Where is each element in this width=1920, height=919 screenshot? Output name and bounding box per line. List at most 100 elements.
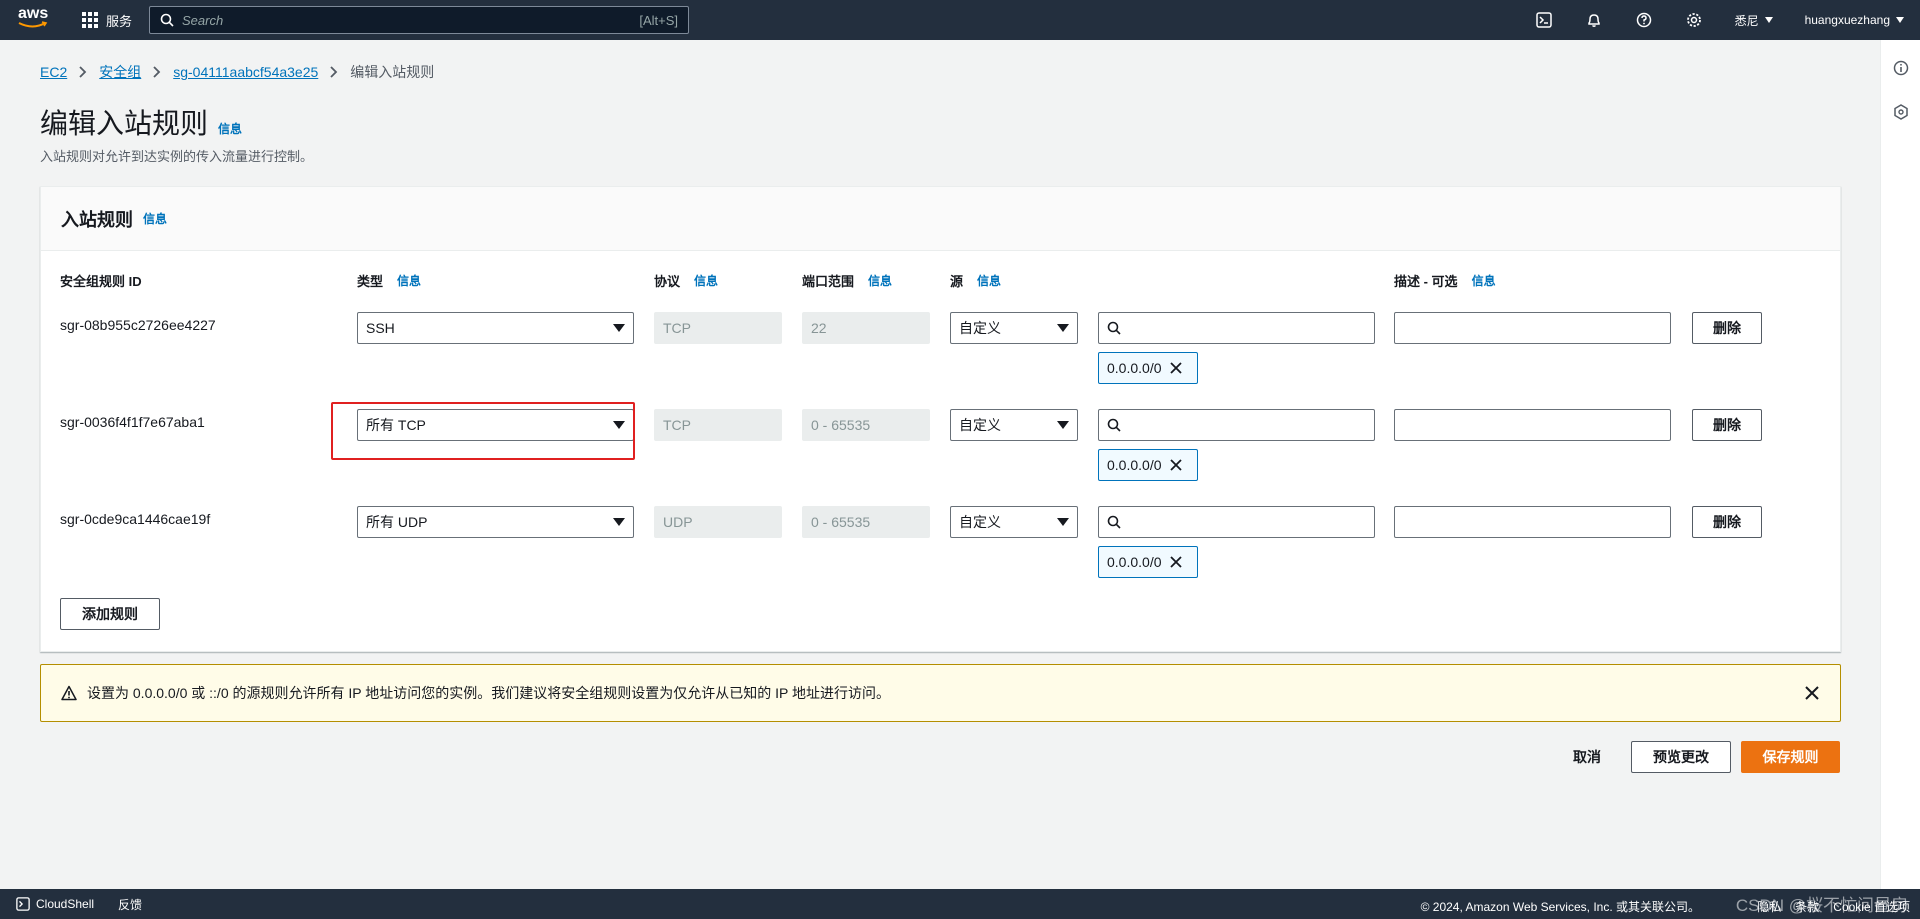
delete-button[interactable]: 删除 xyxy=(1692,506,1762,538)
description-input[interactable] xyxy=(1394,312,1671,344)
save-rules-button[interactable]: 保存规则 xyxy=(1741,741,1840,773)
col-header-type: 类型 信息 xyxy=(357,271,421,290)
help-button[interactable] xyxy=(1619,0,1669,40)
description-input[interactable] xyxy=(1394,506,1671,538)
caret-down-icon xyxy=(1057,518,1069,526)
breadcrumb-security-groups[interactable]: 安全组 xyxy=(99,62,141,82)
col-label: 源 xyxy=(950,274,964,289)
chevron-down-icon xyxy=(1764,17,1773,23)
cloudshell-link[interactable]: CloudShell xyxy=(16,897,94,911)
protocol-field: UDP xyxy=(654,506,782,538)
col-header-port-range: 端口范围 信息 xyxy=(802,271,892,290)
source-select[interactable]: 自定义 xyxy=(950,312,1078,344)
col-header-description: 描述 - 可选 信息 xyxy=(1394,271,1496,290)
user-label: huangxuezhang xyxy=(1804,13,1890,27)
region-selector[interactable]: 悉尼 xyxy=(1719,0,1789,40)
search-input[interactable]: Search [Alt+S] xyxy=(149,6,689,34)
breadcrumb-security-group-id[interactable]: sg-04111aabcf54a3e25 xyxy=(173,64,318,80)
caret-down-icon xyxy=(1057,324,1069,332)
services-menu[interactable]: 服务 xyxy=(82,0,132,40)
rule-id: sgr-0036f4f1f7e67aba1 xyxy=(60,414,205,430)
warning-text: 设置为 0.0.0.0/0 或 ::/0 的源规则允许所有 IP 地址访问您的实… xyxy=(87,685,891,701)
info-link[interactable]: 信息 xyxy=(694,272,718,289)
search-icon xyxy=(1107,515,1121,529)
source-select[interactable]: 自定义 xyxy=(950,409,1078,441)
col-header-source: 源 信息 xyxy=(950,271,1001,290)
cidr-token: 0.0.0.0/0 xyxy=(1098,546,1198,578)
protocol-field: TCP xyxy=(654,409,782,441)
cancel-button[interactable]: 取消 xyxy=(1553,741,1621,773)
cloudshell-nav-button[interactable] xyxy=(1519,0,1569,40)
cidr-search-input[interactable] xyxy=(1098,312,1375,344)
notifications-button[interactable] xyxy=(1569,0,1619,40)
info-icon xyxy=(1893,60,1909,76)
breadcrumb-ec2[interactable]: EC2 xyxy=(40,64,67,80)
terminal-icon xyxy=(16,897,30,911)
source-select[interactable]: 自定义 xyxy=(950,506,1078,538)
close-icon[interactable] xyxy=(1169,556,1182,568)
panel-info-link[interactable]: 信息 xyxy=(143,210,167,227)
rule-id: sgr-0cde9ca1446cae19f xyxy=(60,511,211,527)
port-range-field: 0 - 65535 xyxy=(802,409,930,441)
cidr-token: 0.0.0.0/0 xyxy=(1098,449,1198,481)
page-description: 入站规则对允许到达实例的传入流量进行控制。 xyxy=(40,149,314,164)
caret-down-icon xyxy=(1057,421,1069,429)
copyright-text: © 2024, Amazon Web Services, Inc. 或其关联公司… xyxy=(1420,900,1700,914)
watermark: CSDN @桜不忙问昼房 xyxy=(1735,896,1908,915)
info-link[interactable]: 信息 xyxy=(1472,272,1496,289)
chevron-right-icon xyxy=(330,66,338,78)
page-header: 编辑入站规则 信息 xyxy=(40,102,242,142)
cloudshell-label: CloudShell xyxy=(36,897,95,911)
page-info-link[interactable]: 信息 xyxy=(218,120,242,137)
close-icon[interactable] xyxy=(1169,459,1182,471)
description-input[interactable] xyxy=(1394,409,1671,441)
feedback-link[interactable]: 反馈 xyxy=(118,896,142,913)
caret-down-icon xyxy=(613,518,625,526)
settings-button[interactable] xyxy=(1669,0,1719,40)
panel-header: 入站规则 信息 xyxy=(41,187,1840,251)
highlight-annotation xyxy=(331,402,635,460)
search-icon xyxy=(1107,418,1121,432)
aws-logo[interactable]: aws xyxy=(18,6,54,34)
search-shortcut: [Alt+S] xyxy=(639,12,678,28)
delete-button[interactable]: 删除 xyxy=(1692,312,1762,344)
info-link[interactable]: 信息 xyxy=(868,272,892,289)
port-range-field: 0 - 65535 xyxy=(802,506,930,538)
type-select[interactable]: 所有 UDP xyxy=(357,506,634,538)
form-actions: 取消 预览更改 保存规则 xyxy=(1553,741,1840,773)
account-menu[interactable]: huangxuezhang xyxy=(1789,0,1920,40)
cidr-value: 0.0.0.0/0 xyxy=(1107,457,1162,473)
right-tools-rail xyxy=(1880,40,1920,889)
search-icon xyxy=(1107,321,1121,335)
close-icon[interactable] xyxy=(1169,362,1182,374)
chevron-right-icon xyxy=(79,66,87,78)
col-label: 描述 - 可选 xyxy=(1394,274,1458,289)
info-link[interactable]: 信息 xyxy=(977,272,1001,289)
nav-right: 悉尼 huangxuezhang xyxy=(1519,0,1920,40)
page-title: 编辑入站规则 xyxy=(40,108,209,139)
bottom-bar: CloudShell 反馈 © 2024, Amazon Web Service… xyxy=(0,889,1920,919)
info-link[interactable]: 信息 xyxy=(397,272,421,289)
help-icon xyxy=(1636,12,1651,28)
cidr-search-input[interactable] xyxy=(1098,409,1375,441)
col-label: 协议 xyxy=(654,274,681,289)
rule-id: sgr-08b955c2726ee4227 xyxy=(60,317,216,333)
type-select[interactable]: SSH xyxy=(357,312,634,344)
cidr-search-input[interactable] xyxy=(1098,506,1375,538)
close-icon[interactable] xyxy=(1804,685,1820,701)
top-navigation: aws 服务 Search [Alt+S] 悉尼 huangxuezhang xyxy=(0,0,1920,40)
source-value: 自定义 xyxy=(959,320,1001,336)
aws-logo-text: aws xyxy=(18,5,49,22)
resources-panel-button[interactable] xyxy=(1881,96,1920,128)
info-panel-button[interactable] xyxy=(1881,52,1920,84)
col-label: 端口范围 xyxy=(802,274,855,289)
preview-changes-button[interactable]: 预览更改 xyxy=(1631,741,1731,773)
breadcrumb-current: 编辑入站规则 xyxy=(350,64,435,80)
add-rule-button[interactable]: 添加规则 xyxy=(60,598,160,630)
type-value: 所有 UDP xyxy=(366,514,428,530)
search-placeholder: Search xyxy=(182,12,224,28)
warning-icon xyxy=(61,685,77,701)
region-label: 悉尼 xyxy=(1734,13,1759,28)
col-label: 安全组规则 ID xyxy=(60,274,142,289)
delete-button[interactable]: 删除 xyxy=(1692,409,1762,441)
